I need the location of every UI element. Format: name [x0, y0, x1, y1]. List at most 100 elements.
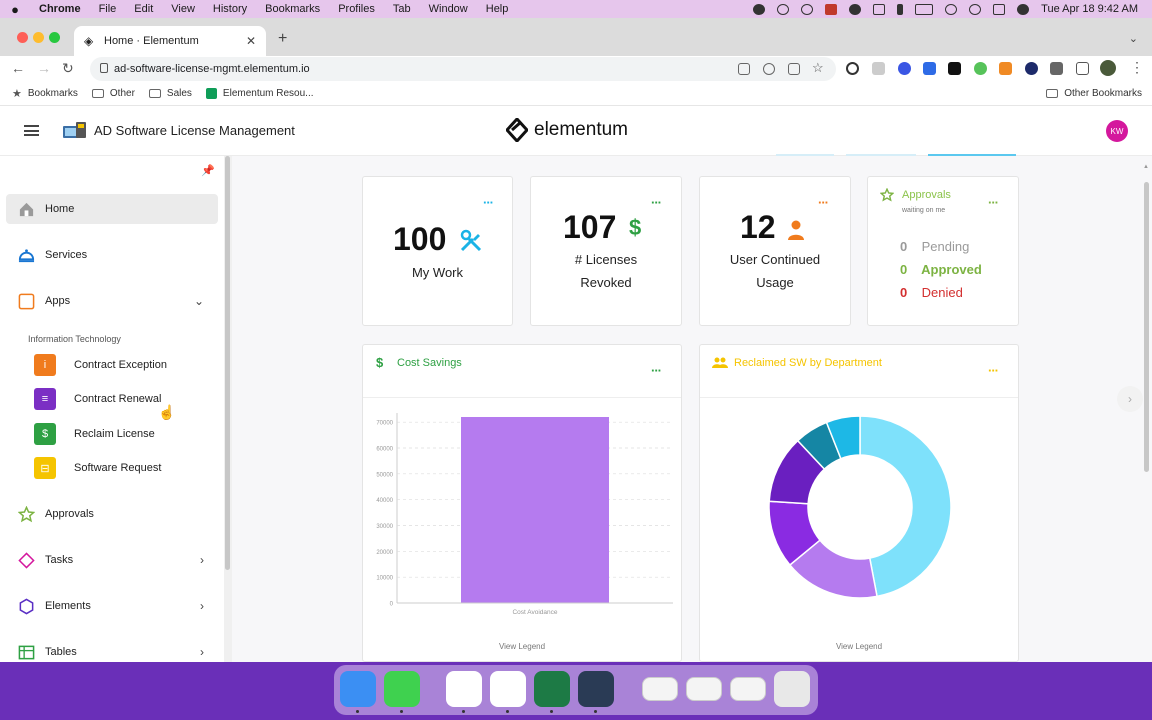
more-options-icon[interactable]: ··· — [818, 196, 829, 209]
sidebar-item-apps[interactable]: Apps ⌄ — [6, 286, 218, 316]
extension-p-icon[interactable] — [948, 62, 961, 75]
main-scrollbar-thumb[interactable] — [1144, 182, 1149, 472]
window-minimize-icon[interactable] — [33, 32, 44, 43]
user-avatar[interactable]: KW — [1106, 120, 1128, 142]
sidebar-item-approvals[interactable]: Approvals — [6, 499, 218, 529]
browser-tab-active[interactable]: ◈ Home · Elementum ✕ — [74, 26, 266, 56]
chrome-icon[interactable] — [490, 671, 526, 707]
more-options-icon[interactable]: ··· — [651, 364, 662, 377]
elementum-logo[interactable]: elementum — [506, 118, 628, 142]
extension-grid-icon[interactable] — [872, 62, 885, 75]
moon-icon[interactable] — [849, 3, 862, 15]
new-tab-icon[interactable]: + — [278, 30, 287, 48]
sidebar-item-tasks[interactable]: Tasks › — [6, 545, 218, 575]
subitem-software-request[interactable]: ⊟ Software Request — [34, 455, 161, 481]
card-approvals[interactable]: Approvals waiting on me ··· 0 Pending 0 … — [867, 176, 1019, 326]
subitem-reclaim-license[interactable]: $ Reclaim License — [34, 421, 155, 447]
menu-bookmarks[interactable]: Bookmarks — [256, 3, 329, 15]
page-tab-indicator[interactable] — [846, 154, 916, 156]
window-close-icon[interactable] — [17, 32, 28, 43]
globe-icon[interactable] — [801, 3, 814, 15]
address-bar[interactable]: ad-software-license-mgmt.elementum.io ☆ — [90, 57, 836, 81]
side-panel-icon[interactable] — [1076, 62, 1089, 75]
url-text[interactable]: ad-software-license-mgmt.elementum.io — [114, 63, 310, 75]
sync-icon[interactable] — [777, 3, 790, 15]
menu-profiles[interactable]: Profiles — [329, 3, 384, 15]
zoom-icon[interactable] — [763, 63, 775, 75]
finder-icon[interactable] — [340, 671, 376, 707]
chrome-menu-icon[interactable]: ⋮ — [1130, 59, 1144, 76]
window-zoom-icon[interactable] — [49, 32, 60, 43]
sidebar-item-services[interactable]: Services — [6, 240, 218, 270]
sidebar-item-home[interactable]: Home — [6, 194, 218, 224]
approvals-denied-row[interactable]: 0 Denied — [900, 285, 963, 300]
display-icon[interactable] — [873, 3, 886, 15]
apple-icon[interactable]: ● — [0, 2, 30, 17]
reclaimed-donut-chart[interactable] — [760, 407, 960, 607]
install-icon[interactable] — [738, 63, 750, 75]
bookmark-other[interactable]: Other — [91, 88, 135, 99]
extension-leaf-icon[interactable] — [974, 62, 987, 75]
menu-app-name[interactable]: Chrome — [30, 3, 90, 15]
view-legend-link[interactable]: View Legend — [700, 642, 1018, 651]
carousel-next-icon[interactable]: › — [1117, 386, 1143, 412]
extension-dark-icon[interactable] — [1025, 62, 1038, 75]
card-reclaimed-sw[interactable]: Reclaimed SW by Department ··· View Lege… — [699, 344, 1019, 662]
menu-edit[interactable]: Edit — [125, 3, 162, 15]
cost-savings-bar-chart[interactable]: 0 10000 20000 30000 40000 50000 60000 70000 Cost… — [363, 405, 683, 615]
chevron-right-icon[interactable]: › — [200, 599, 204, 613]
menu-history[interactable]: History — [204, 3, 256, 15]
menu-tab[interactable]: Tab — [384, 3, 420, 15]
battery-icon[interactable] — [915, 3, 934, 15]
lock-icon[interactable] — [100, 63, 108, 73]
spotlight-icon[interactable] — [969, 3, 982, 15]
card-user-continued-usage[interactable]: ··· 12 User Continued Usage — [699, 176, 851, 326]
page-tab-indicator-active[interactable] — [928, 154, 1016, 156]
bookmark-star-icon[interactable]: ☆ — [812, 60, 824, 76]
quicktime-icon[interactable] — [578, 671, 614, 707]
extensions-puzzle-icon[interactable] — [1050, 62, 1063, 75]
siri-icon[interactable] — [1017, 3, 1030, 15]
slack-icon[interactable] — [446, 671, 482, 707]
subitem-contract-exception[interactable]: i Contract Exception — [34, 352, 167, 378]
sidebar-item-tables[interactable]: Tables › — [6, 637, 218, 662]
chevron-down-icon[interactable]: ⌄ — [194, 294, 204, 308]
chevron-right-icon[interactable]: › — [200, 553, 204, 567]
share-icon[interactable] — [788, 63, 800, 75]
extension-settings-icon[interactable] — [846, 62, 859, 75]
extension-shield-icon[interactable] — [898, 62, 911, 75]
forward-icon[interactable]: → — [37, 60, 51, 76]
messages-icon[interactable] — [384, 671, 420, 707]
bluetooth-icon[interactable] — [897, 3, 904, 15]
tab-close-icon[interactable]: ✕ — [246, 34, 256, 48]
view-legend-link[interactable]: View Legend — [363, 642, 681, 651]
subitem-contract-renewal[interactable]: ≡ Contract Renewal — [34, 386, 161, 412]
menu-file[interactable]: File — [90, 3, 126, 15]
bookmark-other-bookmarks[interactable]: Other Bookmarks — [1046, 88, 1142, 99]
excel-icon[interactable] — [534, 671, 570, 707]
hamburger-menu-icon[interactable] — [24, 125, 39, 136]
extension-z-icon[interactable] — [923, 62, 936, 75]
card-cost-savings[interactable]: $ Cost Savings ··· 0 10000 20000 30000 40000… — [362, 344, 682, 662]
page-tab-indicator[interactable] — [776, 154, 834, 156]
reload-icon[interactable]: ↻ — [62, 60, 74, 77]
profile-avatar-icon[interactable] — [1100, 60, 1116, 76]
card-my-work[interactable]: ··· 100 My Work — [362, 176, 513, 326]
pin-icon[interactable]: 📌 — [201, 164, 215, 177]
menu-help[interactable]: Help — [477, 3, 518, 15]
app-status-icon[interactable] — [825, 3, 838, 15]
window-thumb-icon[interactable] — [730, 677, 766, 701]
sidebar-scrollbar[interactable] — [224, 156, 232, 662]
tab-search-chevron-icon[interactable]: ⌄ — [1129, 32, 1138, 45]
approvals-approved-row[interactable]: 0 Approved — [900, 262, 982, 277]
control-center-icon[interactable] — [993, 3, 1006, 15]
window-thumb-icon[interactable] — [642, 677, 678, 701]
bookmark-elementum-resources[interactable]: Elementum Resou... — [205, 88, 314, 99]
card-licenses-revoked[interactable]: ··· 107 $ # Licenses Revoked — [530, 176, 682, 326]
more-options-icon[interactable]: ··· — [651, 196, 662, 209]
menubar-clock[interactable]: Tue Apr 18 9:42 AM — [1041, 3, 1138, 15]
more-options-icon[interactable]: ··· — [988, 364, 999, 377]
more-options-icon[interactable]: ··· — [988, 196, 999, 209]
record-icon[interactable] — [753, 3, 766, 15]
bookmark-bookmarks[interactable]: ★ Bookmarks — [12, 87, 78, 100]
